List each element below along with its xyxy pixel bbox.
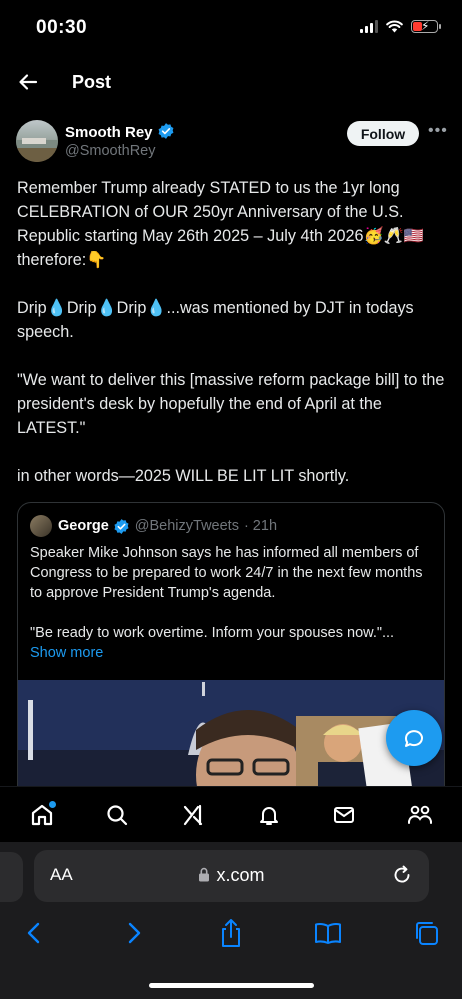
browser-chrome: AA x.com	[0, 842, 462, 999]
verified-badge-icon	[158, 123, 173, 139]
notifications-icon	[259, 806, 278, 825]
previous-tab-pill[interactable]	[0, 852, 23, 902]
share-button[interactable]	[214, 916, 248, 950]
home-indicator	[149, 983, 314, 988]
messages-icon	[334, 806, 355, 823]
bookmarks-button[interactable]	[311, 916, 345, 950]
grok-icon	[184, 804, 203, 825]
author-name-text: Smooth Rey	[65, 124, 153, 141]
status-icons: ⚡	[360, 19, 441, 33]
browser-forward-button[interactable]	[117, 916, 151, 950]
lock-icon	[199, 867, 210, 882]
follow-button[interactable]: Follow	[347, 121, 419, 146]
quoted-post-text: Speaker Mike Johnson says he has informe…	[30, 543, 436, 663]
quoted-paragraph: Speaker Mike Johnson says he has informe…	[30, 545, 423, 601]
quoted-paragraph: "Be ready to work overtime. Inform your …	[30, 625, 395, 641]
compose-button[interactable]	[386, 710, 442, 766]
post-paragraph: in other words—2025 WILL BE LIT LIT shor…	[17, 467, 350, 485]
avatar[interactable]	[16, 120, 58, 162]
page-title: Post	[72, 72, 112, 92]
tabs-icon	[416, 922, 438, 945]
forward-icon	[128, 922, 141, 944]
browser-back-button[interactable]	[17, 916, 51, 950]
browser-toolbar	[0, 916, 462, 956]
url-text: x.com	[216, 865, 265, 885]
author-row: Smooth Rey @SmoothRey Follow •••	[0, 118, 462, 168]
post-text: Remember Trump already STATED to us the …	[17, 176, 449, 488]
tabs-button[interactable]	[409, 916, 443, 950]
share-icon	[222, 919, 240, 947]
signal-icon	[360, 20, 378, 33]
search-icon	[107, 804, 128, 825]
show-more-link[interactable]: Show more	[30, 643, 436, 663]
quoted-post-image[interactable]	[18, 680, 444, 801]
wifi-icon	[386, 20, 403, 33]
post-paragraph: Drip💧Drip💧Drip💧...was mentioned by DJT i…	[17, 299, 414, 341]
tab-grok[interactable]	[173, 795, 213, 835]
post-paragraph: "We want to deliver this [massive reform…	[17, 371, 445, 437]
quoted-author-name: George	[58, 518, 109, 534]
back-arrow-icon[interactable]	[14, 68, 42, 96]
address-bar[interactable]: AA x.com	[34, 850, 429, 902]
verified-badge-icon	[114, 518, 129, 534]
communities-icon	[408, 805, 433, 824]
tab-search[interactable]	[97, 795, 137, 835]
post-header: Post	[0, 60, 462, 106]
tab-communities[interactable]	[400, 795, 440, 835]
status-time: 00:30	[36, 17, 88, 38]
bookmarks-icon	[315, 923, 341, 944]
quoted-avatar	[30, 515, 52, 537]
reload-icon[interactable]	[391, 864, 413, 886]
quoted-author-handle: @BehizyTweets	[134, 518, 239, 534]
back-icon	[27, 922, 40, 944]
more-icon[interactable]: •••	[428, 122, 448, 140]
quoted-post[interactable]: George @BehizyTweets · 21h Speaker Mike …	[17, 502, 445, 802]
quoted-timestamp: · 21h	[243, 518, 278, 534]
tab-home[interactable]	[22, 795, 62, 835]
status-bar: 00:30 ⚡	[0, 0, 462, 60]
bottom-tab-bar	[0, 786, 462, 842]
author-handle[interactable]: @SmoothRey	[65, 143, 155, 159]
author-name[interactable]: Smooth Rey	[65, 122, 175, 141]
capitol-photo	[18, 680, 444, 801]
tab-notifications[interactable]	[249, 795, 289, 835]
avatar-image	[16, 138, 58, 162]
compose-icon	[404, 730, 423, 747]
quoted-post-header: George @BehizyTweets · 21h	[30, 515, 277, 537]
battery-icon: ⚡	[411, 19, 441, 33]
url-display[interactable]: x.com	[34, 865, 429, 886]
post-paragraph: Remember Trump already STATED to us the …	[17, 179, 424, 269]
tab-messages[interactable]	[324, 795, 364, 835]
